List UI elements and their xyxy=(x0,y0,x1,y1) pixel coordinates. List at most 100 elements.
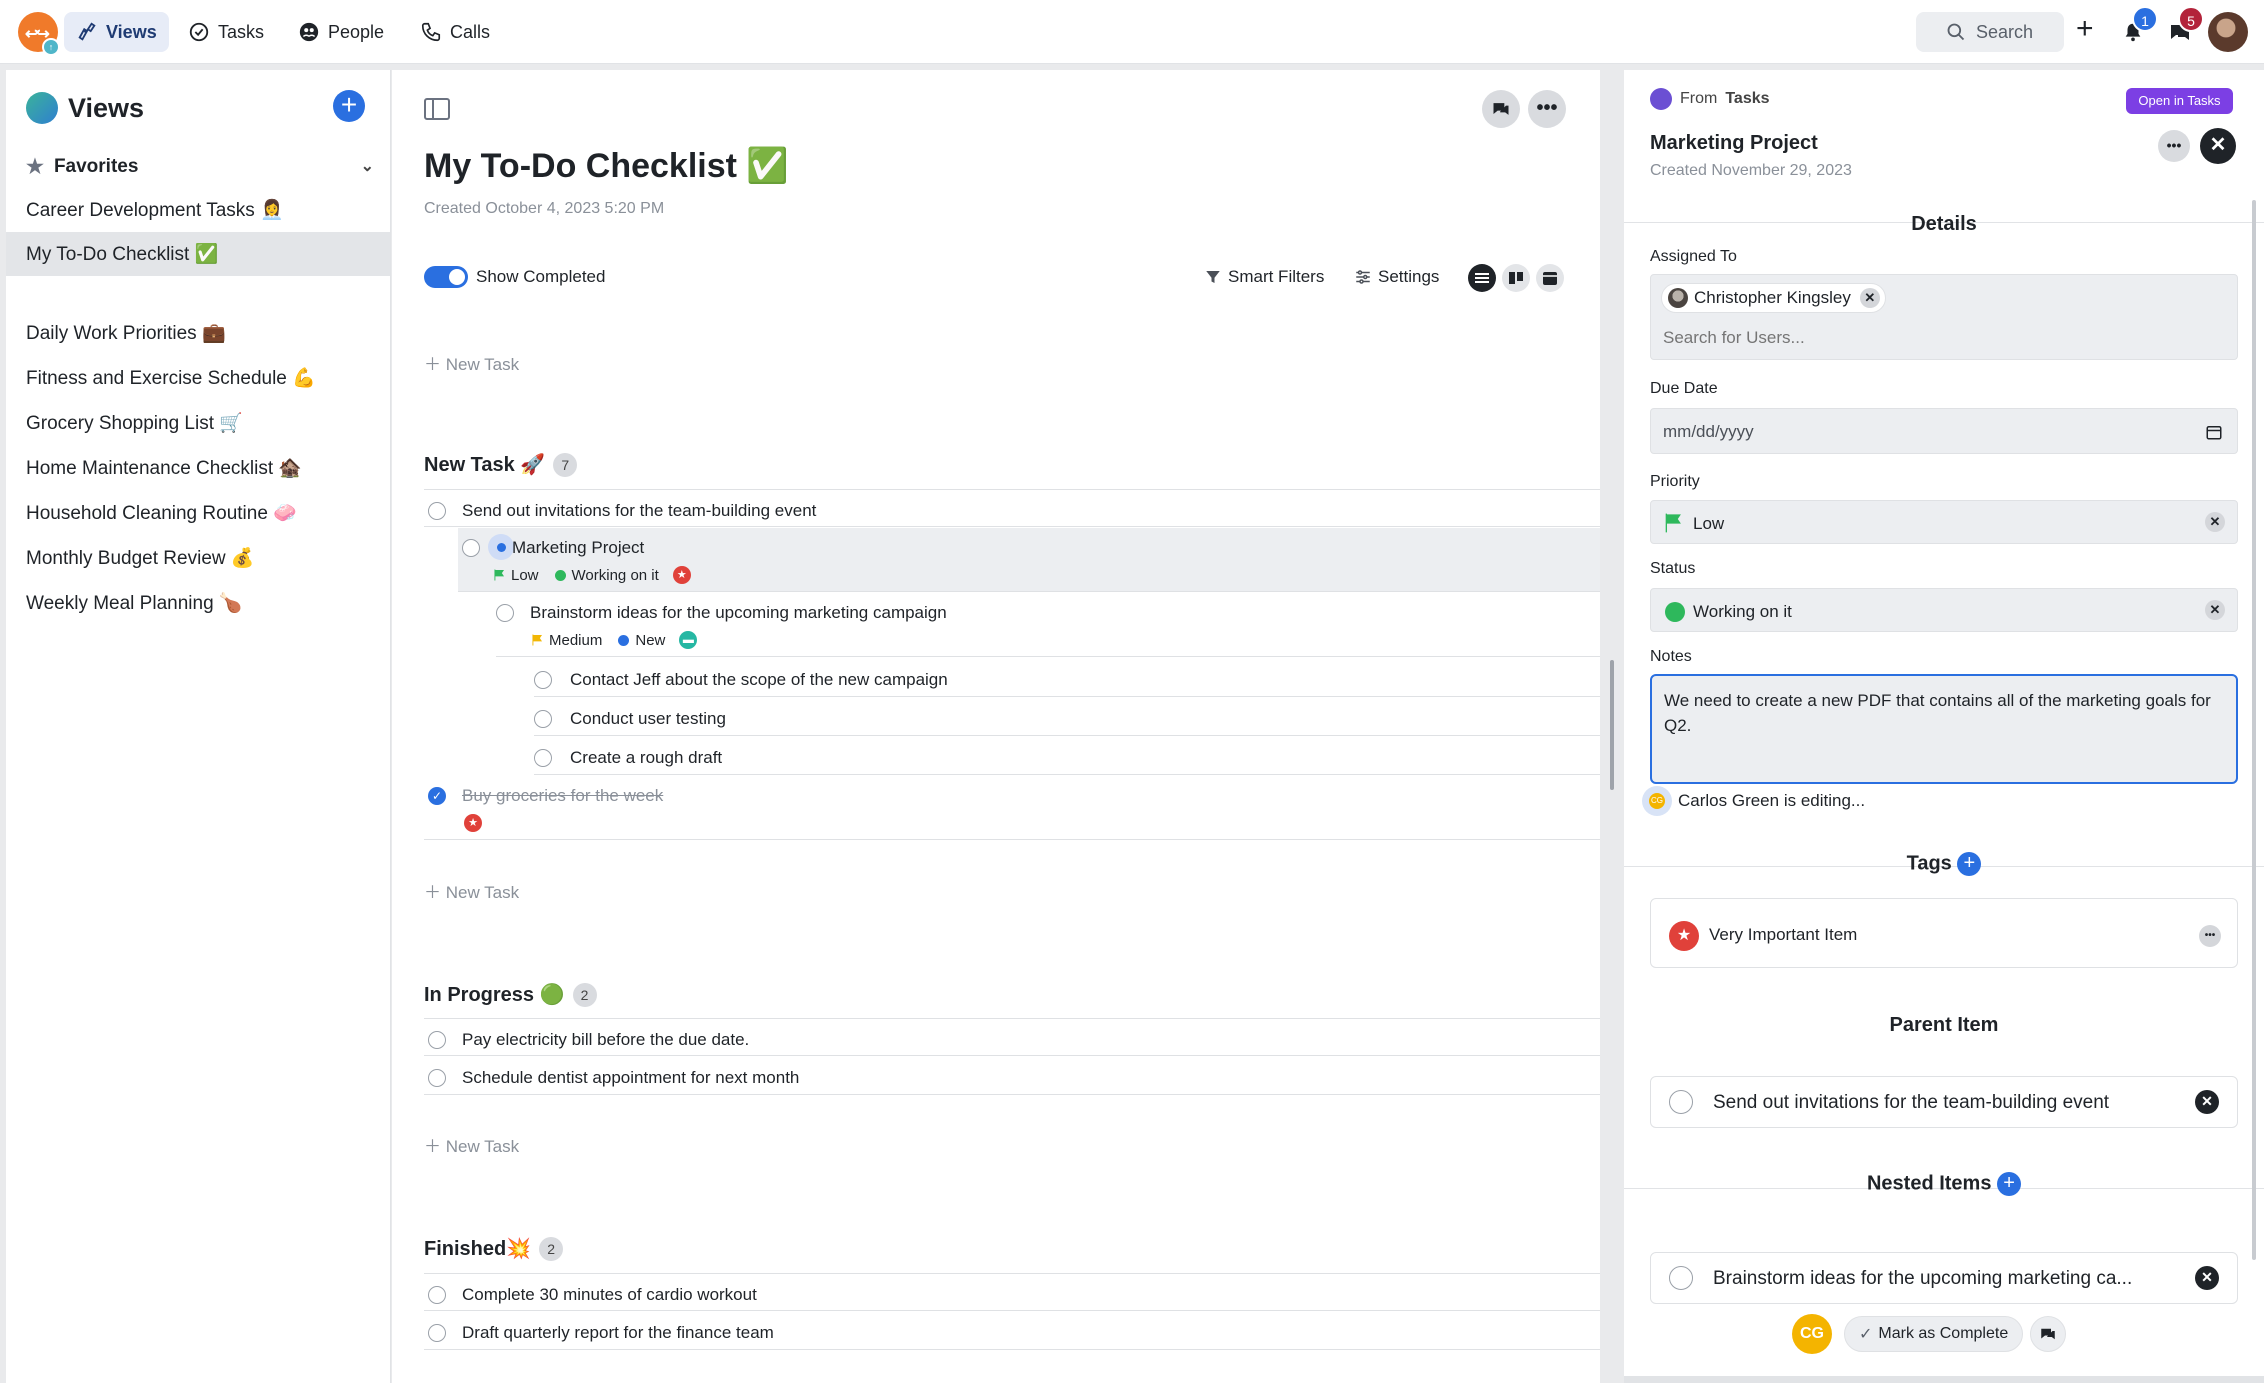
remove-parent-icon[interactable]: ✕ xyxy=(2195,1090,2219,1114)
mark-complete-label: Mark as Complete xyxy=(1878,1325,2009,1342)
mark-complete-button[interactable]: ✓ Mark as Complete xyxy=(1844,1316,2024,1352)
task-row[interactable]: Conduct user testing xyxy=(534,698,1600,736)
task-checkbox[interactable] xyxy=(496,604,514,622)
task-checkbox[interactable] xyxy=(428,1069,446,1087)
task-checkbox[interactable] xyxy=(428,1324,446,1342)
sidebar-item-meal-planning[interactable]: Weekly Meal Planning 🍗 xyxy=(6,581,390,625)
group-header-in-progress[interactable]: In Progress 🟢 2 xyxy=(424,982,597,1007)
chevron-down-icon[interactable]: ⌄ xyxy=(361,156,374,176)
task-checkbox[interactable] xyxy=(534,710,552,728)
detail-created-date: Created November 29, 2023 xyxy=(1650,162,1852,179)
new-task-button[interactable]: ＋ New Task xyxy=(424,878,519,903)
user-avatar[interactable] xyxy=(2208,12,2248,52)
notes-label: Notes xyxy=(1650,648,1692,665)
detail-chat-button[interactable] xyxy=(2030,1316,2066,1352)
detail-more-button[interactable]: ••• xyxy=(2158,130,2190,162)
status-field[interactable]: Working on it ✕ xyxy=(1650,588,2238,632)
panel-divider xyxy=(1600,70,1624,1383)
horizontal-scrollbar[interactable] xyxy=(1624,1376,2264,1383)
assignee-avatar xyxy=(1668,288,1688,308)
show-completed-toggle[interactable] xyxy=(424,266,468,288)
tag-card[interactable]: ★ Very Important Item ••• xyxy=(1650,898,2238,968)
task-row-selected[interactable]: Marketing Project Low Working on it ★ xyxy=(458,528,1600,592)
add-view-button[interactable]: + xyxy=(333,90,365,122)
sidebar-item-home-maintenance[interactable]: Home Maintenance Checklist 🏚️ xyxy=(6,446,390,490)
page-title: My To-Do Checklist ✅ xyxy=(424,147,789,185)
nested-items-section-header: Nested Items + xyxy=(1624,1172,2264,1196)
favorites-header[interactable]: ★ Favorites ⌄ xyxy=(26,154,374,179)
sidebar-item-household-cleaning[interactable]: Household Cleaning Routine 🧼 xyxy=(6,491,390,535)
current-user-avatar[interactable]: CG xyxy=(1792,1314,1832,1354)
clear-status-icon[interactable]: ✕ xyxy=(2205,600,2225,620)
task-row-completed[interactable]: ✓ Buy groceries for the week ★ xyxy=(424,776,1600,840)
sidebar-item-fitness[interactable]: Fitness and Exercise Schedule 💪 xyxy=(6,356,390,400)
tag-more-icon[interactable]: ••• xyxy=(2199,925,2221,947)
calendar-view-icon[interactable] xyxy=(1536,264,1564,292)
sidebar-item-my-todo-checklist[interactable]: My To-Do Checklist ✅ xyxy=(6,232,390,276)
tag-icon: ▬ xyxy=(679,631,698,649)
detail-title: Marketing Project xyxy=(1650,132,1818,154)
search-users-input[interactable] xyxy=(1663,325,2223,351)
task-row[interactable]: Draft quarterly report for the finance t… xyxy=(424,1312,1600,1350)
task-checkbox[interactable] xyxy=(534,749,552,767)
task-row[interactable]: Create a rough draft xyxy=(534,737,1600,775)
task-checkbox-checked[interactable]: ✓ xyxy=(428,787,446,805)
due-date-field[interactable]: mm/dd/yyyy xyxy=(1650,408,2238,454)
priority-label: Medium xyxy=(549,631,603,649)
new-task-button[interactable]: ＋ New Task xyxy=(424,350,519,375)
task-checkbox[interactable] xyxy=(428,1286,446,1304)
collapse-sidebar-icon[interactable] xyxy=(424,98,450,120)
task-row[interactable]: Schedule dentist appointment for next mo… xyxy=(424,1057,1600,1095)
task-checkbox[interactable] xyxy=(462,539,480,557)
group-header-finished[interactable]: Finished💥 2 xyxy=(424,1236,564,1261)
task-row[interactable]: Pay electricity bill before the due date… xyxy=(424,1018,1600,1056)
settings-button[interactable]: Settings xyxy=(1354,267,1439,287)
detail-scrollbar[interactable] xyxy=(2252,200,2256,1260)
task-row[interactable]: Complete 30 minutes of cardio workout xyxy=(424,1273,1600,1311)
group-header-new-task[interactable]: New Task 🚀 7 xyxy=(424,452,578,477)
create-plus-icon[interactable]: + xyxy=(2076,14,2094,44)
parent-item-checkbox[interactable] xyxy=(1669,1090,1693,1114)
close-panel-button[interactable]: ✕ xyxy=(2200,128,2236,164)
nav-tab-views[interactable]: Views xyxy=(64,12,169,52)
new-task-button[interactable]: ＋ New Task xyxy=(424,1132,519,1157)
assignee-field[interactable]: Christopher Kingsley ✕ xyxy=(1650,274,2238,360)
calendar-icon[interactable] xyxy=(2205,423,2223,441)
priority-field[interactable]: Low ✕ xyxy=(1650,500,2238,544)
scrollbar-thumb[interactable] xyxy=(1610,660,1614,790)
remove-assignee-icon[interactable]: ✕ xyxy=(1859,288,1880,308)
sidebar-item-budget-review[interactable]: Monthly Budget Review 💰 xyxy=(6,536,390,580)
more-options-button[interactable]: ••• xyxy=(1528,90,1566,128)
parent-item-card[interactable]: Send out invitations for the team-buildi… xyxy=(1650,1076,2238,1128)
task-checkbox[interactable] xyxy=(428,1031,446,1049)
flag-icon xyxy=(532,634,543,646)
nav-tab-people[interactable]: People xyxy=(286,12,396,52)
global-search[interactable]: Search xyxy=(1916,12,2064,52)
task-checkbox[interactable] xyxy=(534,671,552,689)
remove-nested-icon[interactable]: ✕ xyxy=(2195,1266,2219,1290)
add-tag-button[interactable]: + xyxy=(1957,852,1982,876)
app-logo[interactable]: ↩↪ ↑ xyxy=(18,12,60,56)
nested-item-checkbox[interactable] xyxy=(1669,1266,1693,1290)
nav-tab-tasks[interactable]: Tasks xyxy=(176,12,276,52)
new-task-label: New Task xyxy=(445,355,520,374)
status-label: New xyxy=(635,631,666,649)
sidebar-item-daily-work[interactable]: Daily Work Priorities 💼 xyxy=(6,311,390,355)
add-nested-item-button[interactable]: + xyxy=(1997,1172,2022,1196)
open-in-tasks-button[interactable]: Open in Tasks xyxy=(2126,88,2233,114)
comments-button[interactable] xyxy=(1482,90,1520,128)
nested-item-card[interactable]: Brainstorm ideas for the upcoming market… xyxy=(1650,1252,2238,1304)
task-row[interactable]: Brainstorm ideas for the upcoming market… xyxy=(496,593,1600,657)
clear-priority-icon[interactable]: ✕ xyxy=(2205,512,2225,532)
list-view-icon[interactable] xyxy=(1468,264,1496,292)
sidebar-item-grocery[interactable]: Grocery Shopping List 🛒 xyxy=(6,401,390,445)
sidebar-item-career-development[interactable]: Career Development Tasks 👩‍💼 xyxy=(6,188,390,232)
nav-tab-calls[interactable]: Calls xyxy=(408,12,502,52)
smart-filters-button[interactable]: Smart Filters xyxy=(1204,267,1324,287)
notes-textarea[interactable]: We need to create a new PDF that contain… xyxy=(1650,674,2238,784)
parent-item-heading: Parent Item xyxy=(1624,1014,2264,1037)
board-view-icon[interactable] xyxy=(1502,264,1530,292)
task-row[interactable]: Contact Jeff about the scope of the new … xyxy=(534,659,1600,697)
task-row[interactable]: Send out invitations for the team-buildi… xyxy=(424,489,1600,527)
task-checkbox[interactable] xyxy=(428,502,446,520)
